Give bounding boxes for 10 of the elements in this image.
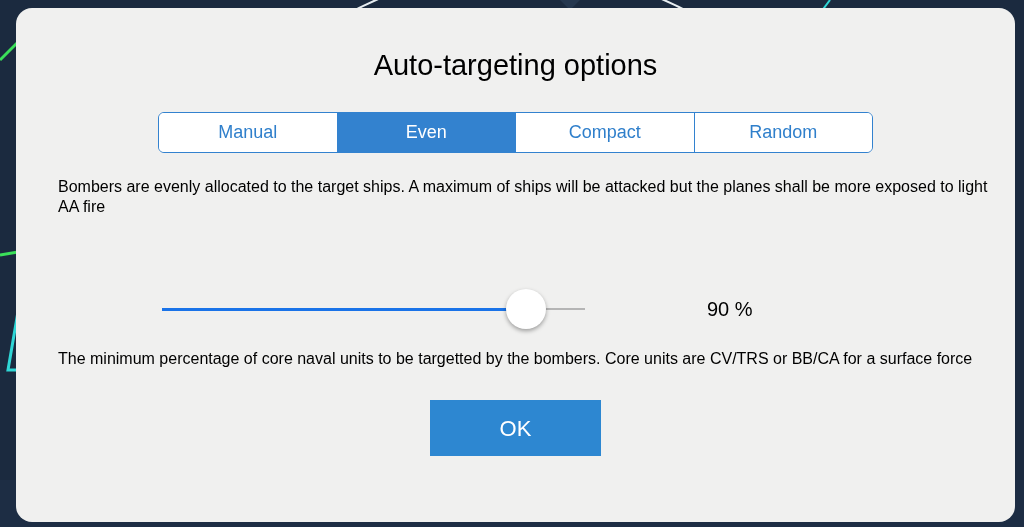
percentage-reading: 90 % (707, 297, 753, 322)
segment-tab[interactable]: Even (336, 113, 515, 152)
segment-tab[interactable]: Manual (159, 113, 337, 152)
ok-button[interactable]: OK (430, 400, 601, 456)
segment-tab[interactable]: Compact (515, 113, 694, 152)
slider-description: The minimum percentage of core naval units to be targetted by the bombers. Core units are CV/TRS or BB/CA for a surface force (58, 349, 973, 369)
mode-description: Bombers are evenly allocated to the target ships. A maximum of ships will be attacked but the planes shall be more exposed to light AA fire (58, 177, 989, 217)
dialog-title: Auto-targeting options (373, 48, 658, 82)
segment-tab[interactable]: Random (693, 113, 872, 152)
slider[interactable] (162, 289, 585, 329)
